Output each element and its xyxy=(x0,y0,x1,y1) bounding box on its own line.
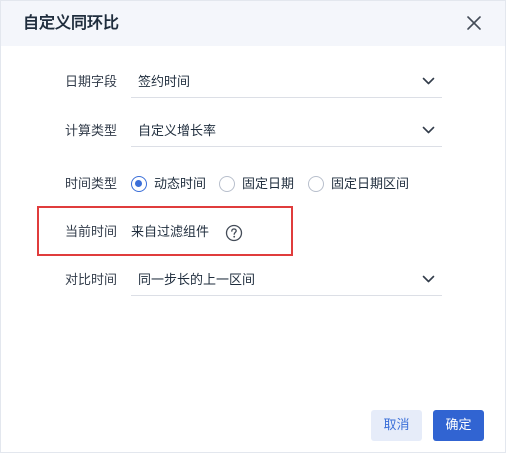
dialog: 自定义同环比 日期字段 签约时间 计算类型 自定义增长率 时间类型 动态时间 固… xyxy=(0,0,506,453)
radio-checked-icon xyxy=(131,176,147,192)
radio-fixed-date-label: 固定日期 xyxy=(242,177,295,192)
close-icon xyxy=(467,16,481,30)
compare-time-value: 同一步长的上一区间 xyxy=(138,273,256,288)
chevron-down-icon xyxy=(422,275,435,283)
radio-dynamic-time[interactable]: 动态时间 xyxy=(131,175,213,195)
dialog-title: 自定义同环比 xyxy=(23,13,120,32)
radio-unchecked-icon xyxy=(219,176,235,192)
radio-unchecked-icon xyxy=(308,176,324,192)
chevron-down-icon xyxy=(422,126,435,134)
chevron-down-icon xyxy=(422,77,435,85)
radio-fixed-date-range[interactable]: 固定日期区间 xyxy=(308,175,416,195)
time-type-label: 时间类型 xyxy=(64,177,117,192)
confirm-button[interactable]: 确定 xyxy=(433,410,484,441)
radio-dynamic-time-label: 动态时间 xyxy=(154,177,207,192)
date-field-select[interactable]: 签约时间 xyxy=(131,68,442,98)
compare-time-label: 对比时间 xyxy=(64,273,117,288)
date-field-label: 日期字段 xyxy=(64,75,117,90)
date-field-value: 签约时间 xyxy=(138,75,191,90)
close-button[interactable] xyxy=(465,14,483,32)
question-circle-icon xyxy=(225,224,243,242)
compare-time-select[interactable]: 同一步长的上一区间 xyxy=(131,266,442,296)
calc-type-select[interactable]: 自定义增长率 xyxy=(131,117,442,147)
help-button[interactable] xyxy=(225,224,243,242)
calc-type-label: 计算类型 xyxy=(64,124,117,139)
cancel-button[interactable]: 取消 xyxy=(371,410,422,441)
calc-type-value: 自定义增长率 xyxy=(138,124,217,139)
radio-fixed-date[interactable]: 固定日期 xyxy=(219,175,301,195)
radio-fixed-date-range-label: 固定日期区间 xyxy=(331,177,410,192)
dialog-header: 自定义同环比 xyxy=(1,1,505,46)
current-time-value: 来自过滤组件 xyxy=(131,225,210,240)
current-time-label: 当前时间 xyxy=(64,225,117,240)
